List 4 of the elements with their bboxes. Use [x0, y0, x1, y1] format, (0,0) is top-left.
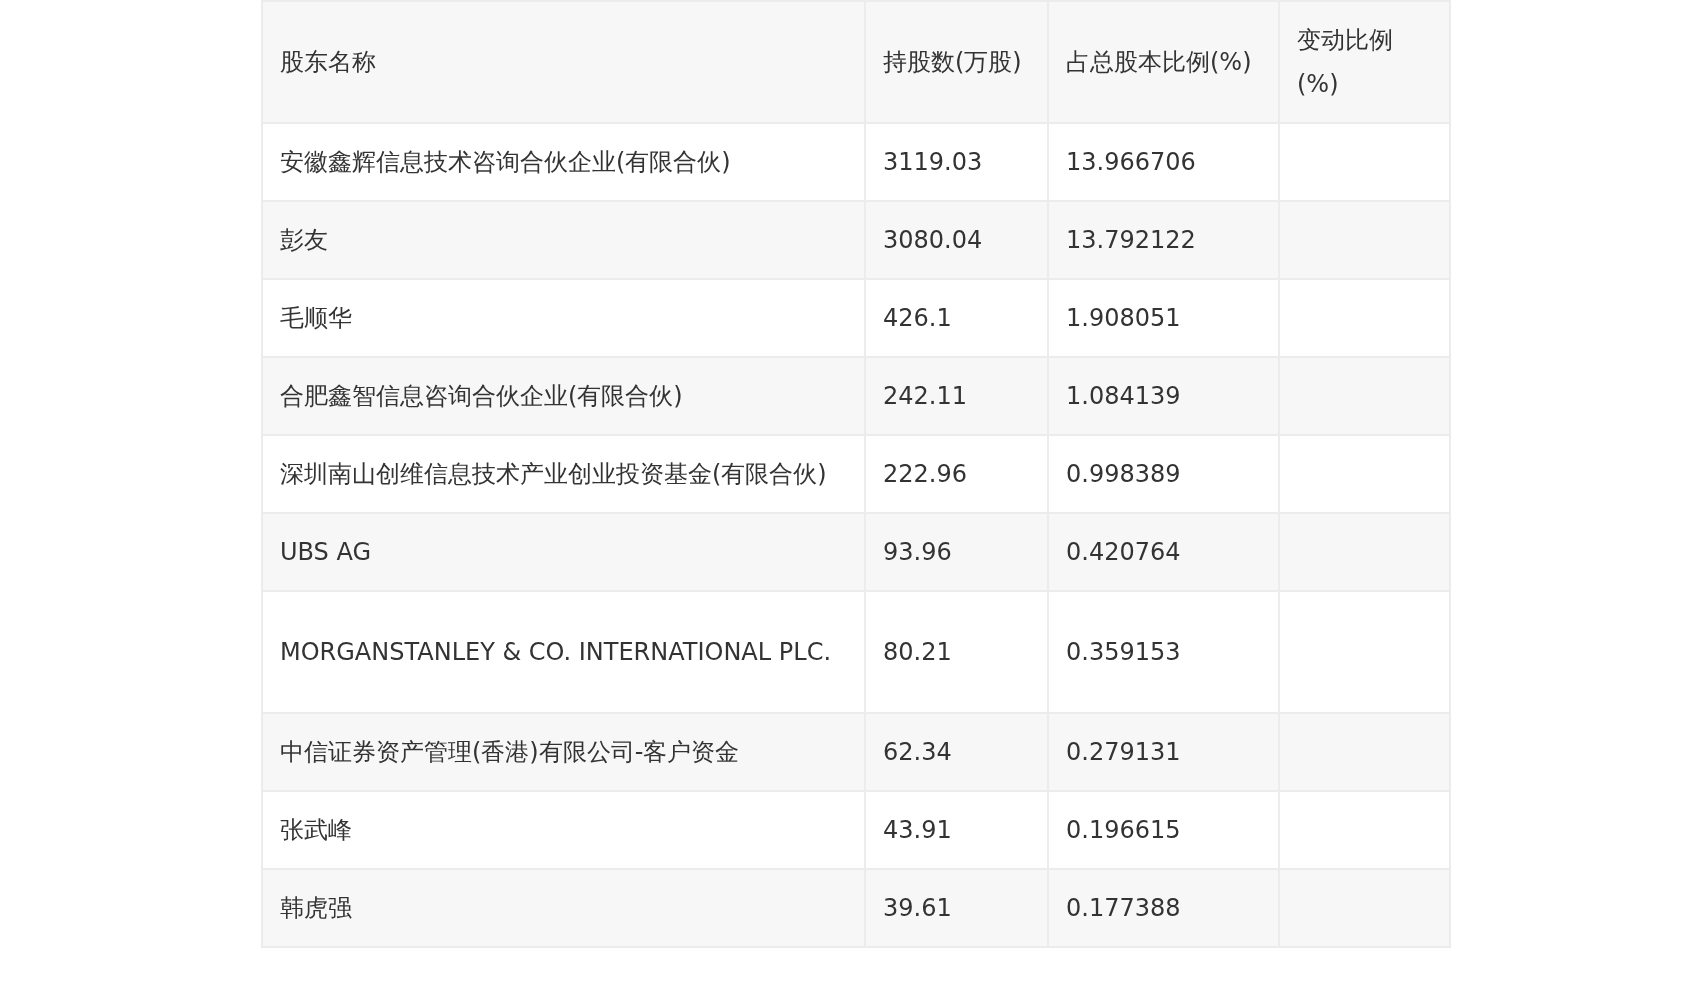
table-cell: 39.61: [865, 869, 1048, 947]
column-header: 股东名称: [262, 1, 865, 123]
table-cell: 0.177388: [1048, 869, 1279, 947]
table-cell: 韩虎强: [262, 869, 865, 947]
